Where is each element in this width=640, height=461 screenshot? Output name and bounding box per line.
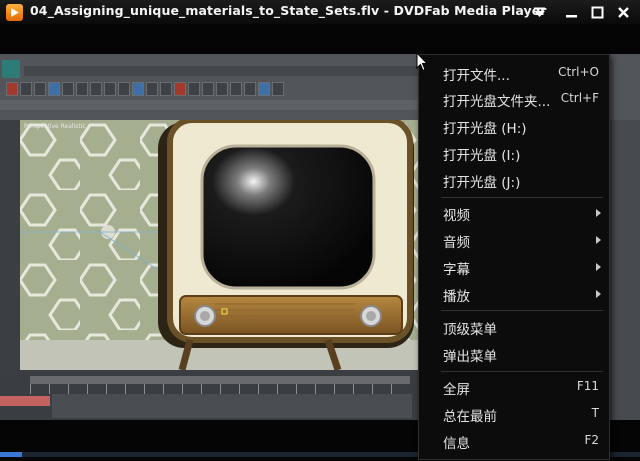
menu-item-label: 打开光盘 (H:) (443, 121, 527, 137)
window-title: 04_Assigning_unique_materials_to_State_S… (30, 3, 547, 18)
menu-item-open-disc-i[interactable]: 打开光盘 (I:) (419, 140, 609, 166)
menu-item-video[interactable]: 视频 (419, 200, 609, 226)
menu-item-label: 音频 (443, 235, 470, 251)
maximize-button[interactable] (588, 3, 606, 21)
menu-item-label: 打开文件... (443, 68, 510, 84)
menu-item-shortcut: Ctrl+F (560, 91, 599, 105)
menu-item-label: 字幕 (443, 262, 470, 278)
video-frame-status-red (0, 396, 50, 406)
mouse-cursor-icon (416, 52, 428, 72)
menu-item-shortcut: F11 (576, 379, 599, 393)
viewport-label: Perspective Realistic (24, 123, 86, 130)
video-viewport: Perspective Realistic (20, 120, 420, 370)
submenu-arrow-icon (596, 236, 601, 244)
menu-item-fullscreen[interactable]: 全屏 F11 (419, 374, 609, 400)
menu-item-label: 打开光盘文件夹... (443, 94, 551, 110)
menu-item-label: 打开光盘 (J:) (443, 175, 521, 191)
menu-separator (441, 197, 603, 198)
menu-item-label: 打开光盘 (I:) (443, 148, 521, 164)
menu-item-label: 播放 (443, 289, 470, 305)
submenu-arrow-icon (596, 290, 601, 298)
minimize-button[interactable] (562, 3, 580, 21)
menu-item-open-disc-j[interactable]: 打开光盘 (J:) (419, 167, 609, 193)
menu-item-top-menu[interactable]: 顶级菜单 (419, 314, 609, 340)
submenu-arrow-icon (596, 209, 601, 217)
context-menu: 打开文件... Ctrl+O 打开光盘文件夹... Ctrl+F 打开光盘 (H… (418, 54, 610, 460)
menu-item-label: 总在最前 (443, 409, 497, 425)
video-frame-menubar (24, 66, 424, 76)
title-bar: 04_Assigning_unique_materials_to_State_S… (0, 0, 640, 24)
menu-item-open-file[interactable]: 打开文件... Ctrl+O (419, 60, 609, 86)
seek-progress (0, 452, 23, 457)
close-icon (617, 6, 629, 18)
menu-item-popup-menu[interactable]: 弹出菜单 (419, 341, 609, 367)
minimize-icon (565, 14, 577, 17)
menu-item-playback[interactable]: 播放 (419, 281, 609, 307)
menu-item-label: 信息 (443, 436, 470, 452)
video-frame-status-bar (52, 394, 412, 418)
menu-item-label: 视频 (443, 208, 470, 224)
menu-item-open-disc-h[interactable]: 打开光盘 (H:) (419, 113, 609, 139)
menu-separator (441, 310, 603, 311)
app-logo-icon (2, 60, 20, 78)
menu-separator (441, 371, 603, 372)
menu-item-label: 顶级菜单 (443, 322, 497, 338)
video-frame-tabs (0, 100, 420, 110)
menu-item-open-disc-folder[interactable]: 打开光盘文件夹... Ctrl+F (419, 86, 609, 112)
menu-item-label: 弹出菜单 (443, 349, 497, 365)
submenu-arrow-icon (596, 263, 601, 271)
menu-item-info[interactable]: 信息 F2 (419, 428, 609, 454)
close-button[interactable] (614, 3, 632, 21)
video-frame-icons (0, 80, 420, 98)
menu-arrow-icon[interactable] (530, 3, 548, 21)
menu-item-shortcut: F2 (584, 433, 599, 447)
tv-scene-image (20, 120, 420, 370)
menu-item-subtitle[interactable]: 字幕 (419, 254, 609, 280)
menu-item-always-on-top[interactable]: 总在最前 T (419, 401, 609, 427)
video-frame-left-strip (0, 120, 20, 370)
menu-item-shortcut: Ctrl+O (558, 65, 599, 79)
play-logo-icon[interactable] (6, 4, 23, 21)
menu-item-label: 全屏 (443, 382, 470, 398)
menu-item-shortcut: T (591, 406, 599, 420)
maximize-icon (591, 6, 603, 18)
menu-item-audio[interactable]: 音频 (419, 227, 609, 253)
